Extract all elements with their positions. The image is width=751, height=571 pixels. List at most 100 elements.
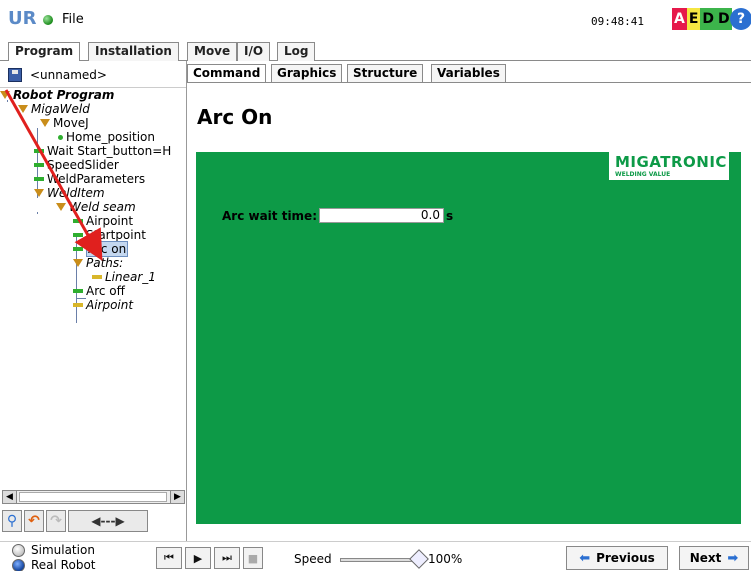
tree-node[interactable]: MigaWeld [18,102,90,116]
ur-logo-icon: UR [8,8,37,29]
expand-triangle-icon[interactable] [56,203,66,211]
command-bar-icon [34,177,44,181]
tree-node[interactable]: SpeedSlider [34,158,119,172]
tab-graphics[interactable]: Graphics [271,64,343,82]
real-robot-radio[interactable] [12,558,25,571]
top-bar: UR File 09:48:41 A E D D ? [0,0,751,40]
move-node-arrows-icon[interactable]: ◀---▶ [68,510,148,532]
command-bar-icon [34,163,44,167]
tree-node[interactable]: Airpoint [73,298,133,312]
command-bar-icon [73,219,83,223]
tree-node-label: Weld seam [69,200,136,214]
tab-installation[interactable]: Installation [88,42,179,61]
waypoint-dot-icon [58,134,63,140]
program-name-row: <unnamed> [8,65,107,85]
redo-icon: ↷ [46,510,66,532]
arrow-left-icon: ⬅ [579,550,591,566]
tree-node-label: WeldParameters [47,172,146,186]
power-status-icon[interactable] [43,15,53,25]
arc-wait-unit: s [446,208,454,223]
scroll-thumb[interactable] [19,492,167,502]
migatronic-logo: MIGATRONIC WELDING VALUE [609,152,729,180]
simulation-option[interactable]: Simulation [12,543,95,557]
aedd-e: E [686,8,701,30]
tab-program[interactable]: Program [8,42,81,62]
tree-node[interactable]: Robot Program [0,88,114,102]
tree-node-label: Startpoint [86,228,146,242]
undo-icon[interactable]: ↶ [24,510,44,532]
save-icon[interactable] [8,68,22,82]
command-content: Arc On MIGATRONIC WELDING VALUE Arc wait… [187,82,751,541]
play-icon[interactable]: ▶ [185,547,211,569]
simulation-radio[interactable] [12,543,25,557]
tree-node[interactable]: Paths: [73,256,123,270]
arc-wait-input[interactable]: 0.0 [319,208,444,223]
expand-triangle-icon[interactable] [0,91,10,99]
brand-tagline: WELDING VALUE [615,171,671,178]
tree-node-label: WeldItem [47,186,105,200]
tab-structure[interactable]: Structure [347,64,424,82]
stop-icon[interactable]: ■ [243,547,263,569]
simulation-label: Simulation [31,543,95,557]
expand-triangle-icon[interactable] [18,105,28,113]
tree-node[interactable]: WeldItem [34,186,105,200]
urcap-panel: MIGATRONIC WELDING VALUE Arc wait time: … [196,152,741,524]
tab-variables[interactable]: Variables [431,64,506,82]
expand-triangle-icon[interactable] [73,259,83,267]
expand-triangle-icon[interactable] [34,189,44,197]
tree-node-label: Home_position [66,130,155,144]
command-bar-icon [34,149,44,153]
tab-command[interactable]: Command [187,64,267,82]
tree-connector [37,212,38,214]
tree-node-selected[interactable]: Arc on [73,241,129,257]
step-icon[interactable]: ⏭ [214,547,240,569]
tab-log[interactable]: Log [277,42,316,61]
tree-node[interactable]: WeldParameters [34,172,145,186]
previous-button[interactable]: ⬅ Previous [566,546,668,570]
speed-label: Speed [294,552,332,566]
tab-io[interactable]: I/O [237,42,271,61]
tree-node[interactable]: Weld seam [56,200,136,214]
file-menu[interactable]: File [62,12,84,27]
program-name: <unnamed> [30,68,107,82]
tree-node-label: Linear_1 [105,270,156,284]
page-title: Arc On [197,105,273,129]
expand-triangle-icon[interactable] [40,119,50,127]
tree-horizontal-scrollbar[interactable]: ◀ ▶ [2,490,185,504]
tree-node-label: Robot Program [13,88,115,102]
path-bar-icon [92,275,102,279]
arc-wait-label: Arc wait time: [222,208,317,223]
tree-node[interactable]: Arc off [73,284,125,298]
previous-label: Previous [596,551,655,565]
speed-value: 100% [428,552,463,566]
tree-node[interactable]: Wait Start_button=H [34,144,171,158]
tree-node[interactable]: Airpoint [73,214,133,228]
tab-move[interactable]: Move [187,42,238,61]
search-icon[interactable]: ⚲ [2,510,22,532]
help-icon[interactable]: ? [730,8,751,30]
command-bar-icon [73,233,83,237]
command-tabs: Command Graphics Structure Variables [187,64,751,82]
skip-to-start-icon[interactable]: ⏮ [156,547,182,569]
tree-node[interactable]: Home_position [58,130,155,144]
clock: 09:48:41 [591,15,644,28]
aedd-status-badge: A E D D [672,8,732,30]
tree-node-label: MoveJ [53,116,89,130]
tree-node[interactable]: Startpoint [73,228,146,242]
program-tree[interactable]: Robot Program MigaWeld MoveJ Home_positi… [0,87,186,489]
tree-node[interactable]: Linear_1 [92,270,156,284]
scroll-left-icon[interactable]: ◀ [3,491,17,503]
next-button[interactable]: Next ➡ [679,546,749,570]
aedd-d1: D [700,8,717,30]
tree-node-label: Arc off [86,284,125,298]
tree-toolbar: ⚲ ↶ ↷ ◀---▶ [2,510,148,532]
tree-node[interactable]: MoveJ [40,116,89,130]
real-robot-option[interactable]: Real Robot [12,558,96,571]
real-robot-label: Real Robot [31,558,96,571]
tree-node-label: Paths: [86,256,124,270]
speed-slider-thumb[interactable] [409,549,429,569]
tree-node-label: Arc on [86,241,129,257]
scroll-right-icon[interactable]: ▶ [170,491,184,503]
path-bar-icon [73,303,83,307]
tree-node-label: Wait Start_button=H [47,144,172,158]
